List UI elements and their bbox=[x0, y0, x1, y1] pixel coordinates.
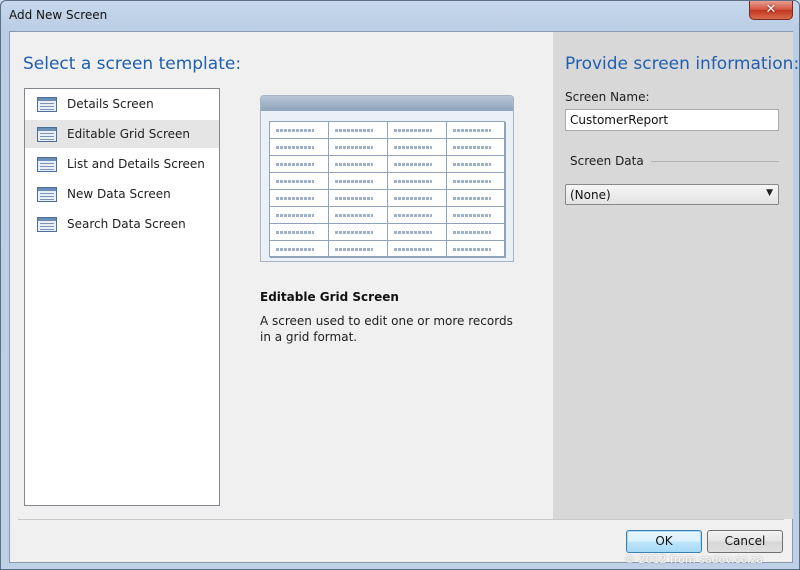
ok-button[interactable]: OK bbox=[626, 530, 702, 553]
preview-grid-cell bbox=[447, 139, 506, 156]
template-item-list-and-details-screen[interactable]: List and Details Screen bbox=[25, 150, 219, 178]
preview-grid-cell bbox=[388, 122, 447, 139]
screen-info-heading: Provide screen information: bbox=[565, 54, 800, 74]
template-description-title: Editable Grid Screen bbox=[260, 290, 399, 304]
add-new-screen-dialog: Add New Screen ✕ Select a screen templat… bbox=[0, 0, 800, 570]
template-item-label: Editable Grid Screen bbox=[67, 127, 190, 141]
preview-grid-cell bbox=[329, 207, 388, 224]
preview-grid-cell bbox=[447, 241, 506, 258]
preview-grid-cell bbox=[447, 173, 506, 190]
chevron-down-icon: ▼ bbox=[766, 188, 773, 198]
preview-grid-cell bbox=[270, 241, 329, 258]
screen-information-panel: Provide screen information: Screen Name:… bbox=[553, 32, 799, 519]
preview-grid-cell bbox=[447, 156, 506, 173]
template-item-editable-grid-screen[interactable]: Editable Grid Screen bbox=[25, 120, 219, 148]
preview-grid-cell bbox=[270, 224, 329, 241]
screen-name-label: Screen Name: bbox=[565, 90, 650, 104]
dialog-body: Select a screen template: Details Screen… bbox=[9, 31, 799, 566]
watermark: © 2012 from sadev.co.za bbox=[624, 553, 764, 566]
template-item-new-data-screen[interactable]: New Data Screen bbox=[25, 180, 219, 208]
preview-grid-cell bbox=[447, 190, 506, 207]
preview-grid-cell bbox=[447, 122, 506, 139]
template-item-label: Search Data Screen bbox=[67, 217, 186, 231]
footer-divider bbox=[18, 519, 784, 520]
preview-grid-cell bbox=[388, 241, 447, 258]
screen-template-icon bbox=[37, 97, 57, 112]
preview-grid-cell bbox=[270, 207, 329, 224]
preview-grid-cell bbox=[270, 122, 329, 139]
preview-grid-cell bbox=[329, 224, 388, 241]
template-preview-image bbox=[260, 95, 514, 262]
template-heading: Select a screen template: bbox=[23, 54, 242, 74]
template-item-details-screen[interactable]: Details Screen bbox=[25, 90, 219, 118]
template-item-label: List and Details Screen bbox=[67, 157, 205, 171]
template-item-search-data-screen[interactable]: Search Data Screen bbox=[25, 210, 219, 238]
template-item-label: New Data Screen bbox=[67, 187, 171, 201]
preview-grid-cell bbox=[329, 241, 388, 258]
template-list[interactable]: Details Screen Editable Grid Screen List… bbox=[24, 88, 220, 506]
screen-template-icon bbox=[37, 127, 57, 142]
window-title: Add New Screen bbox=[9, 8, 108, 22]
preview-grid-cell bbox=[329, 122, 388, 139]
template-item-label: Details Screen bbox=[67, 97, 154, 111]
preview-grid-cell bbox=[388, 224, 447, 241]
cancel-button[interactable]: Cancel bbox=[707, 530, 783, 553]
screen-data-selected-value: (None) bbox=[570, 188, 611, 202]
preview-grid-cell bbox=[270, 156, 329, 173]
preview-grid-cell bbox=[388, 173, 447, 190]
preview-grid-cell bbox=[329, 156, 388, 173]
preview-grid-cell bbox=[329, 190, 388, 207]
preview-grid-cell bbox=[270, 190, 329, 207]
screen-data-dropdown[interactable]: (None) ▼ bbox=[565, 184, 779, 205]
preview-grid-cell bbox=[270, 173, 329, 190]
screen-template-icon bbox=[37, 187, 57, 202]
preview-grid-cell bbox=[447, 207, 506, 224]
screen-template-icon bbox=[37, 217, 57, 232]
screen-data-label: Screen Data bbox=[570, 154, 644, 168]
template-description-text: A screen used to edit one or more record… bbox=[260, 314, 513, 344]
preview-grid-cell bbox=[329, 173, 388, 190]
screen-name-input[interactable] bbox=[565, 109, 779, 131]
close-icon: ✕ bbox=[765, 2, 777, 17]
preview-grid-cell bbox=[388, 139, 447, 156]
preview-grid-cell bbox=[270, 139, 329, 156]
preview-grid-cell bbox=[329, 139, 388, 156]
preview-grid bbox=[269, 121, 506, 258]
screen-template-icon bbox=[37, 157, 57, 172]
preview-header bbox=[261, 96, 513, 111]
preview-grid-cell bbox=[388, 190, 447, 207]
close-button[interactable]: ✕ bbox=[749, 1, 793, 20]
preview-grid-cell bbox=[388, 156, 447, 173]
preview-grid-cell bbox=[388, 207, 447, 224]
screen-data-divider bbox=[651, 161, 779, 162]
title-bar[interactable]: Add New Screen ✕ bbox=[1, 1, 799, 31]
preview-grid-cell bbox=[447, 224, 506, 241]
